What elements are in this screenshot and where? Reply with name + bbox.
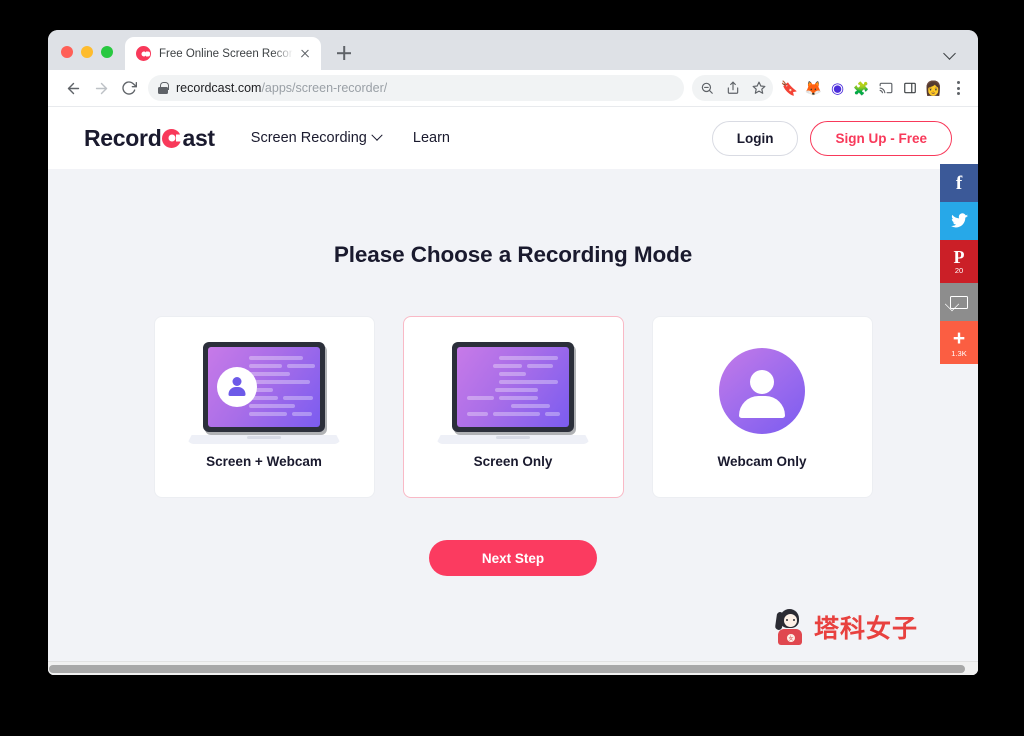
watermark: 女 塔科女子: [774, 609, 918, 645]
recordcast-logo[interactable]: Record ast: [84, 125, 215, 152]
total-share-count: 1.3K: [951, 348, 967, 358]
zoom-out-icon[interactable]: [694, 76, 719, 101]
bookmark-star-icon[interactable]: [746, 76, 771, 101]
share-twitter-button[interactable]: [940, 202, 978, 240]
grammarly-extension-icon[interactable]: ◉: [827, 78, 848, 99]
nav-item-screen-recording[interactable]: Screen Recording: [250, 129, 383, 146]
back-button[interactable]: [60, 75, 86, 101]
laptop-screen: [208, 347, 320, 427]
screen-text-lines: [249, 356, 315, 416]
login-button[interactable]: Login: [711, 120, 799, 156]
browser-window: Free Online Screen Recorder - recordcast…: [48, 30, 978, 675]
maximize-window-button[interactable]: [101, 46, 113, 58]
recording-mode-cards: Screen + Webcam Screen Only Webcam Only: [48, 316, 978, 498]
url-domain: recordcast.com: [176, 81, 262, 95]
new-tab-button[interactable]: [330, 39, 358, 67]
minimize-window-button[interactable]: [81, 46, 93, 58]
browser-tab[interactable]: Free Online Screen Recorder -: [125, 37, 321, 70]
envelope-icon: [950, 295, 968, 309]
omnibox-actions: [692, 75, 773, 101]
next-step-button[interactable]: Next Step: [429, 540, 597, 576]
mode-card-webcam-only[interactable]: Webcam Only: [651, 316, 873, 498]
watermark-avatar-icon: 女: [774, 609, 807, 645]
browser-toolbar: recordcast.com/apps/screen-recorder/ 🔖 🦊…: [48, 70, 978, 107]
social-share-rail: f P 20 + 1.3K: [940, 164, 978, 364]
laptop-notch: [496, 436, 530, 439]
chevron-down-icon: [371, 129, 383, 141]
chevron-down-icon[interactable]: [942, 45, 958, 61]
laptop-notch: [247, 436, 281, 439]
horizontal-scrollbar[interactable]: [48, 661, 978, 675]
lock-icon: [158, 82, 169, 94]
plus-icon: +: [952, 326, 966, 350]
twitter-bird-icon: [950, 212, 968, 227]
scrollbar-thumb[interactable]: [49, 665, 965, 673]
page-title: Please Choose a Recording Mode: [333, 242, 693, 267]
honey-extension-icon[interactable]: 🔖: [779, 78, 800, 99]
pinterest-share-count: 20: [954, 266, 964, 276]
facebook-icon: f: [955, 172, 963, 194]
tab-strip: Free Online Screen Recorder -: [48, 30, 978, 70]
site-header: Record ast Screen Recording Learn Login S…: [48, 107, 978, 169]
mode-card-screen-webcam[interactable]: Screen + Webcam: [153, 316, 375, 498]
share-pinterest-button[interactable]: P 20: [940, 240, 978, 283]
share-more-button[interactable]: + 1.3K: [940, 321, 978, 364]
close-window-button[interactable]: [61, 46, 73, 58]
reload-button[interactable]: [116, 75, 142, 101]
recordcast-favicon-icon: [136, 46, 151, 61]
watermark-badge: 女: [786, 634, 795, 642]
screen-text-lines: [463, 356, 564, 416]
signup-button[interactable]: Sign Up - Free: [810, 120, 952, 156]
extension-icons: 🔖 🦊 ◉ 🧩 👩: [779, 78, 944, 99]
person-body-icon: [739, 396, 785, 418]
mode-card-label: Screen Only: [473, 454, 553, 469]
page-viewport: Record ast Screen Recording Learn Login S…: [48, 107, 978, 675]
browser-tab-title: Free Online Screen Recorder -: [159, 47, 293, 60]
mode-card-screen-only[interactable]: Screen Only: [402, 316, 624, 498]
mode-card-label: Webcam Only: [717, 454, 807, 469]
share-icon[interactable]: [720, 76, 745, 101]
tab-close-icon[interactable]: [297, 46, 313, 62]
laptop-body: [452, 342, 574, 432]
address-bar[interactable]: recordcast.com/apps/screen-recorder/: [148, 75, 684, 101]
metamask-extension-icon[interactable]: 🦊: [803, 78, 824, 99]
watermark-text: 塔科女子: [813, 614, 918, 643]
share-facebook-button[interactable]: f: [940, 164, 978, 202]
share-email-button[interactable]: [940, 283, 978, 321]
person-head-icon: [750, 370, 774, 394]
c-target-icon: [162, 128, 182, 148]
reading-list-icon[interactable]: [899, 78, 920, 99]
laptop-webcam-illustration: [187, 342, 341, 452]
laptop-illustration: [436, 342, 590, 452]
three-dot-menu-icon[interactable]: [948, 77, 968, 99]
nav-item-learn[interactable]: Learn: [413, 130, 450, 146]
profile-avatar-icon[interactable]: 👩: [923, 78, 944, 99]
nav-item-label: Learn: [412, 130, 450, 146]
laptop-screen: [457, 347, 569, 427]
forward-button[interactable]: [88, 75, 114, 101]
url-text: recordcast.com/apps/screen-recorder/: [176, 81, 387, 95]
nav-item-label: Screen Recording: [250, 130, 367, 146]
main-content: Please Choose a Recording Mode Screen + …: [48, 169, 978, 576]
pinterest-icon: P: [953, 247, 965, 268]
main-nav: Screen Recording Learn: [250, 129, 450, 146]
header-actions: Login Sign Up - Free: [711, 120, 952, 156]
window-traffic-lights: [48, 46, 125, 70]
laptop-body: [203, 342, 325, 432]
mode-card-label: Screen + Webcam: [206, 454, 322, 469]
logo-prefix: Record: [84, 124, 162, 151]
puzzle-extensions-icon[interactable]: 🧩: [851, 78, 872, 99]
cast-icon[interactable]: [875, 78, 896, 99]
url-path: /apps/screen-recorder/: [261, 81, 388, 95]
logo-suffix: ast: [182, 124, 215, 151]
webcam-circle-illustration: [719, 348, 805, 434]
